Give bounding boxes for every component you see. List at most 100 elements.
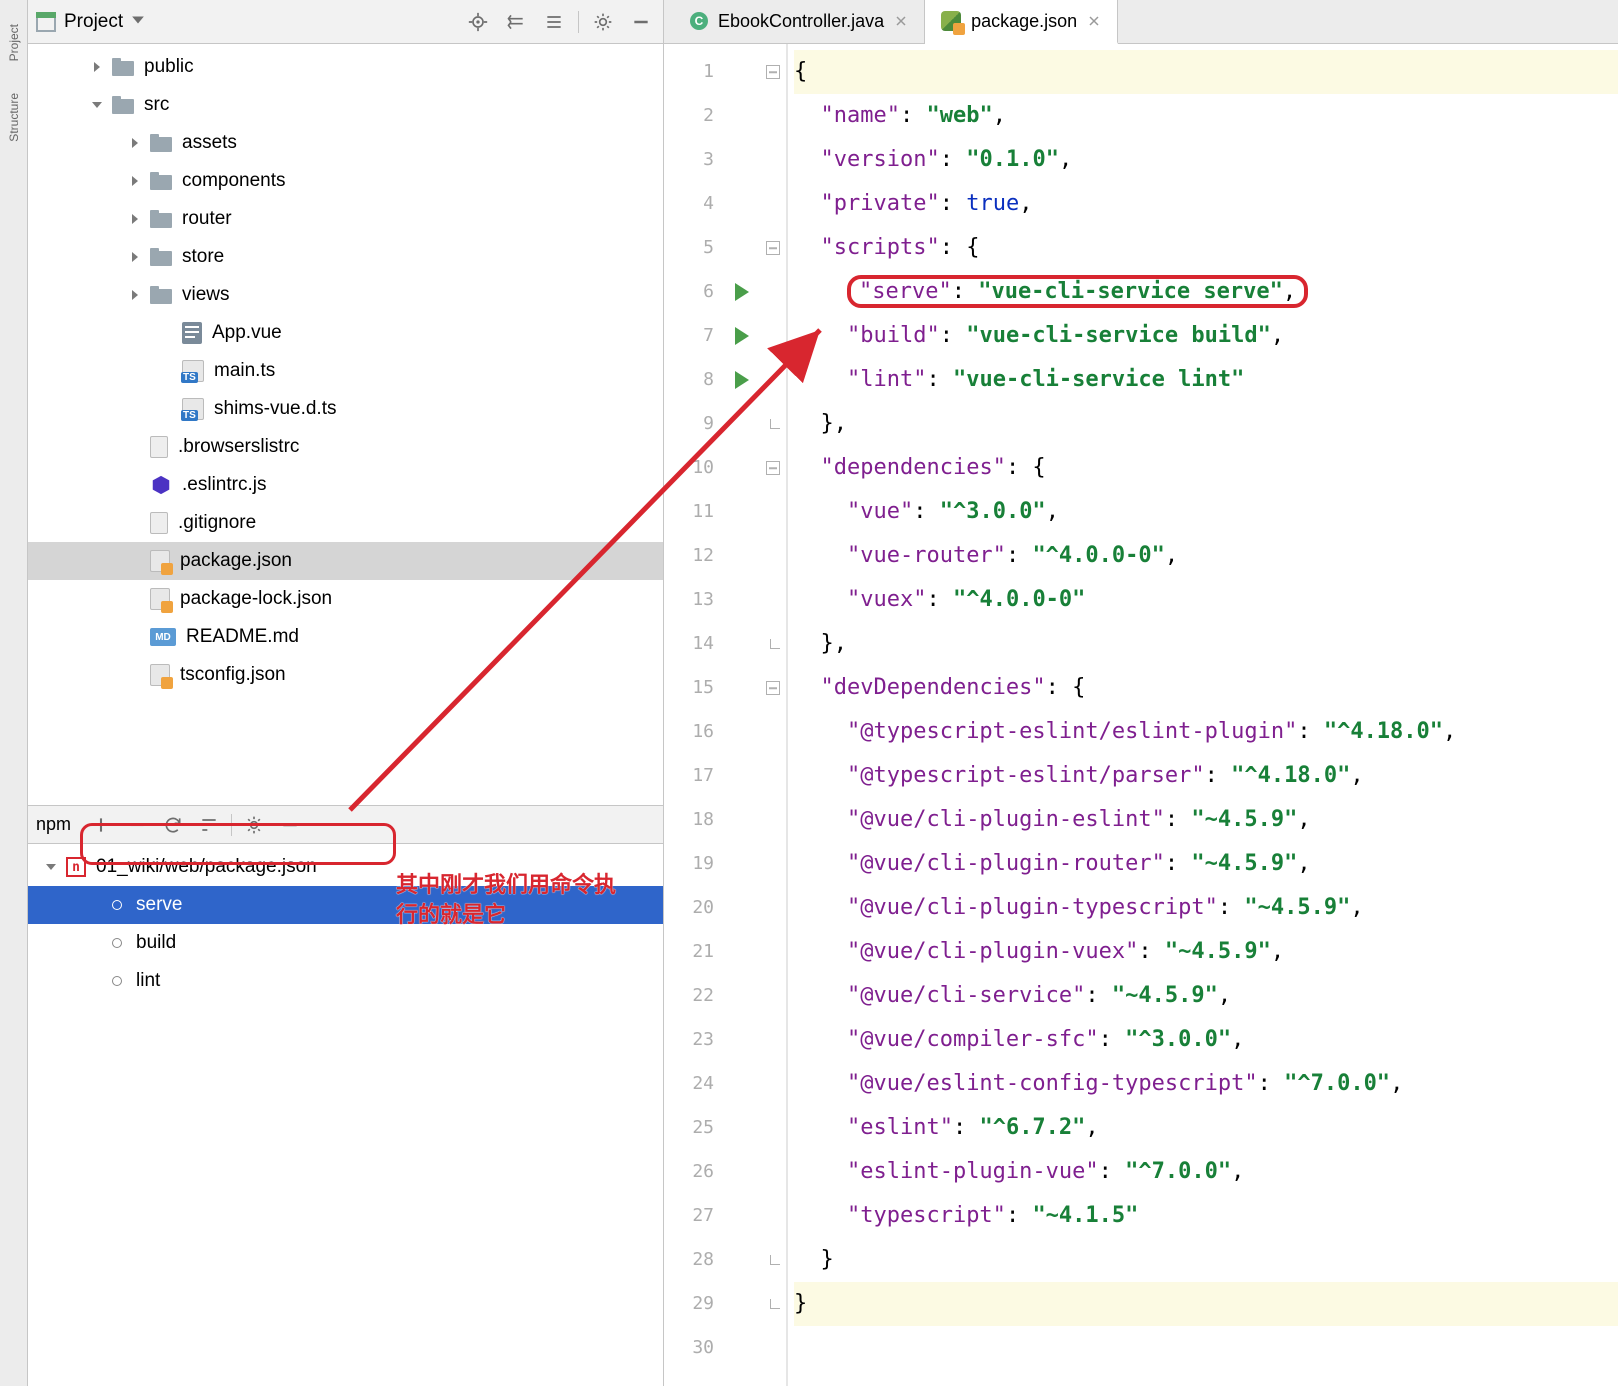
file-icon [150,512,168,534]
sort-icon[interactable] [195,811,223,839]
folder-icon [150,246,172,268]
tree-item[interactable]: .gitignore [28,504,663,542]
tree-item-label: tsconfig.json [180,664,286,686]
tree-item-label: public [144,56,194,78]
tree-item-label: README.md [186,626,299,648]
tree-item-label: src [144,94,169,116]
tree-item-label: components [182,170,286,192]
editor[interactable]: 1234567891011121314151617181920212223242… [664,44,1618,1386]
chevron-right-icon[interactable] [88,58,106,76]
chevron-down-icon[interactable] [88,96,106,114]
project-tree[interactable]: public src assets components router store view… [28,44,663,806]
tree-item-label: .eslintrc.js [182,474,266,496]
tree-item-label: store [182,246,224,268]
tree-item[interactable]: .browserslistrc [28,428,663,466]
expand-all-icon[interactable] [502,8,530,36]
npm-root-label: 01_wiki/web/package.json [96,856,317,878]
tree-item[interactable]: tsconfig.json [28,656,663,694]
code-area[interactable]: { "name": "web", "version": "0.1.0", "pr… [788,44,1618,1386]
npm-script-lint[interactable]: lint [28,962,663,1000]
fold-icon[interactable] [766,461,780,475]
json-file-icon [150,664,170,686]
npm-script-label: build [136,932,176,954]
folder-icon [112,94,134,116]
hide-icon[interactable] [627,8,655,36]
fold-end-icon [770,639,780,649]
gutter-fold[interactable] [760,44,788,1386]
fold-icon[interactable] [766,241,780,255]
eslint-icon [150,474,172,496]
chevron-right-icon[interactable] [126,210,144,228]
tree-item[interactable]: router [28,200,663,238]
tree-item-label: assets [182,132,237,154]
close-icon[interactable] [1087,14,1101,28]
tree-item[interactable]: views [28,276,663,314]
json-file-icon [150,588,170,610]
npm-script-build[interactable]: build [28,924,663,962]
run-gutter-icon[interactable] [735,283,749,301]
tree-item-label: package.json [180,550,292,572]
collapse-all-icon[interactable] [540,8,568,36]
close-icon[interactable] [894,14,908,28]
editor-tab[interactable]: CEbookController.java [674,0,925,43]
tab-label: package.json [971,11,1077,32]
folder-icon [150,132,172,154]
tree-item[interactable]: MD README.md [28,618,663,656]
chevron-right-icon[interactable] [126,134,144,152]
bullet-icon [112,938,122,948]
settings-icon[interactable] [240,811,268,839]
tree-item-label: router [182,208,232,230]
fold-end-icon [770,1255,780,1265]
editor-tab[interactable]: package.json [925,0,1118,44]
locate-icon[interactable] [464,8,492,36]
folder-icon [150,284,172,306]
fold-end-icon [770,419,780,429]
run-gutter-icon[interactable] [735,371,749,389]
tree-item[interactable]: public [28,48,663,86]
tree-item-label: views [182,284,230,306]
gutter-run[interactable] [724,44,760,1386]
tree-item[interactable]: .eslintrc.js [28,466,663,504]
json-file-icon [150,550,170,572]
run-gutter-icon[interactable] [735,327,749,345]
chevron-right-icon[interactable] [126,248,144,266]
add-icon[interactable] [87,811,115,839]
tree-item[interactable]: src [28,86,663,124]
chevron-down-icon[interactable] [42,858,60,876]
fold-icon[interactable] [766,65,780,79]
chevron-right-icon[interactable] [126,286,144,304]
tree-item[interactable]: store [28,238,663,276]
tree-item[interactable]: TS shims-vue.d.ts [28,390,663,428]
tree-item-label: shims-vue.d.ts [214,398,336,420]
fold-icon[interactable] [766,681,780,695]
ts-file-icon: TS [182,360,204,382]
npm-icon: n [66,857,86,877]
bullet-icon [112,900,122,910]
tree-item[interactable]: components [28,162,663,200]
tab-project[interactable]: Project [7,18,21,67]
tree-item[interactable]: package.json [28,542,663,580]
divider [231,814,232,836]
minimize-icon[interactable] [276,811,304,839]
tree-item[interactable]: package-lock.json [28,580,663,618]
annotation-note: 其中刚才我们用命令执行的就是它 [396,870,616,929]
bullet-icon [112,976,122,986]
chevron-right-icon[interactable] [126,172,144,190]
chevron-down-icon[interactable] [131,11,145,33]
markdown-icon: MD [150,628,176,646]
tab-structure[interactable]: Structure [7,87,21,148]
ts-file-icon: TS [182,398,204,420]
npm-script-label: serve [136,894,182,916]
tree-item[interactable]: assets [28,124,663,162]
tree-item-label: main.ts [214,360,275,382]
remove-icon[interactable] [123,811,151,839]
json-icon [941,11,961,31]
refresh-icon[interactable] [159,811,187,839]
tree-item[interactable]: App.vue [28,314,663,352]
project-header: Project [28,0,663,44]
tree-item-label: .browserslistrc [178,436,299,458]
tree-item[interactable]: TS main.ts [28,352,663,390]
gear-icon[interactable] [589,8,617,36]
vue-file-icon [182,322,202,344]
tab-label: EbookController.java [718,11,884,32]
